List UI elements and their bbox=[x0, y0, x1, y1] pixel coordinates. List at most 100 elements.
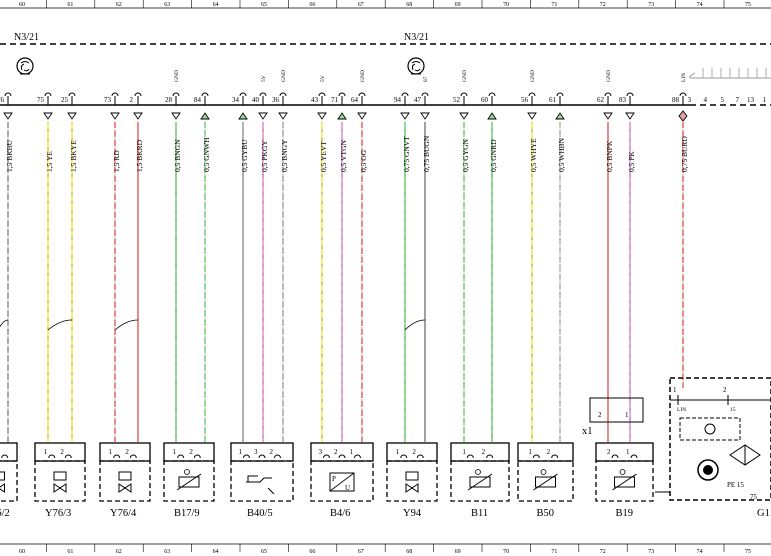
ruler-top: 60 61 62 63 64 65 66 67 68 69 70 71 72 73 74 75 bbox=[0, 0, 771, 9]
terminal: 62 GND 0,5 BNPK bbox=[597, 70, 614, 442]
component-B40-5: 1 3 2 B40/5 bbox=[230, 442, 294, 519]
wire-label: 0,5 GYBU bbox=[240, 139, 249, 172]
fan-icon bbox=[407, 57, 425, 75]
ruler-bottom-3: 63 bbox=[164, 549, 170, 555]
component-label: Y94 bbox=[403, 508, 422, 519]
component-pin-number: 1 bbox=[528, 448, 532, 456]
wire-label: 0,75 BUGN bbox=[422, 135, 431, 172]
arrow-up-icon bbox=[337, 112, 347, 120]
arrow-down-icon bbox=[317, 112, 327, 120]
bus-fan-marks bbox=[702, 68, 767, 78]
ruler-bottom-12: 72 bbox=[600, 549, 606, 555]
thermistor-icon bbox=[176, 469, 202, 491]
terminal: 84 0,5 GNWH bbox=[194, 92, 211, 442]
terminal: 7 bbox=[736, 96, 740, 104]
terminal: 94 0,75 GNVT bbox=[394, 92, 411, 442]
wire-label: 1,5 BKYE bbox=[69, 140, 78, 172]
terminal-pin-number: 71 bbox=[331, 96, 339, 104]
control-unit-label-left: N3/21 bbox=[14, 32, 39, 43]
component-label: B4/6 bbox=[330, 508, 350, 519]
terminal-pin-number: 60 bbox=[481, 96, 489, 104]
component-B50: 1 2 B50 bbox=[517, 442, 574, 519]
terminal: 56 GND 0,5 WHYE bbox=[521, 70, 538, 442]
wire-label: 1,5 YE bbox=[45, 151, 54, 172]
terminal-signal-label: 87 bbox=[423, 76, 429, 82]
terminal-pin-number: 61 bbox=[549, 96, 557, 104]
terminal-pin-number: 40 bbox=[252, 96, 260, 104]
terminal: 47 87 0,75 BUGN bbox=[414, 76, 431, 442]
component-pin-number: 2 bbox=[125, 448, 129, 456]
ruler-top-3: 63 bbox=[164, 2, 170, 8]
terminal: 52 GND 0,5 GYGN bbox=[453, 70, 470, 442]
component-label: Y76/3 bbox=[45, 508, 71, 519]
component-label-G1: G1 bbox=[757, 508, 770, 519]
alternator-icon bbox=[697, 459, 719, 481]
component-pin-number: 2 bbox=[60, 448, 64, 456]
component-label: B19 bbox=[616, 508, 634, 519]
arrow-down-icon bbox=[258, 112, 268, 120]
component-B17-9: 1 2 B17/9 bbox=[163, 442, 215, 519]
ruler-top-2: 62 bbox=[116, 2, 122, 8]
ruler-top-5: 65 bbox=[261, 2, 267, 8]
component-pin-number: 1 bbox=[173, 448, 177, 456]
twisted-pair-mark bbox=[404, 319, 426, 331]
control-unit-label-right: N3/21 bbox=[404, 32, 429, 43]
arrow-down-icon bbox=[603, 112, 613, 120]
terminal: 64 GND 0,5 OG bbox=[351, 70, 368, 442]
ruler-bottom-10: 70 bbox=[503, 549, 509, 555]
terminal-pin-number: 28 bbox=[165, 96, 173, 104]
terminal-pin-number: 56 bbox=[521, 96, 529, 104]
component-pin-number: 1 bbox=[239, 448, 243, 456]
terminal-pin-number: 13 bbox=[747, 96, 755, 104]
terminal: 25 1,5 BKYE bbox=[61, 92, 78, 442]
terminal-signal-label: GND bbox=[174, 70, 180, 82]
ruler-bottom-8: 68 bbox=[406, 549, 412, 555]
terminal-signal-label: GND bbox=[606, 70, 612, 82]
x1-pin-right: 1 bbox=[625, 411, 629, 419]
ruler-top-4: 64 bbox=[213, 2, 219, 8]
ruler-bottom-13: 73 bbox=[648, 549, 654, 555]
terminal-signal-label: GND bbox=[530, 70, 536, 82]
terminal-pin-number: 94 bbox=[394, 96, 402, 104]
x1-pin-left: 2 bbox=[598, 411, 602, 419]
x1-label: x1 bbox=[582, 426, 593, 437]
component-pin-number: 3 bbox=[254, 448, 258, 456]
component-B11: 1 2 B11 bbox=[450, 442, 510, 519]
ruler-top-7: 67 bbox=[358, 2, 364, 8]
ruler-top-9: 69 bbox=[455, 2, 461, 8]
arrow-down-icon bbox=[625, 112, 635, 120]
wire-label: 0,5 PKGY bbox=[260, 140, 269, 172]
twisted-pair-mark bbox=[114, 319, 139, 331]
wire-label: 0,5 BNPK bbox=[605, 140, 614, 172]
terminal-pin-number: 2 bbox=[130, 96, 134, 104]
component-pin-number: 2 bbox=[547, 448, 551, 456]
terminal-pin-number: 5 bbox=[721, 96, 725, 104]
svg-text:U: U bbox=[345, 484, 350, 492]
terminal-signal-label: LIN bbox=[681, 73, 687, 82]
g1-upper-pin-2: 2 bbox=[723, 386, 727, 394]
wire-label: 0,5 YEVT bbox=[319, 141, 328, 172]
terminal-pin-number: 83 bbox=[619, 96, 627, 104]
terminal-pin-number: 4 bbox=[704, 96, 708, 104]
arrow-down-icon bbox=[171, 112, 181, 120]
arrow-down-icon bbox=[43, 112, 53, 120]
wire-label: 0,75 BURD bbox=[680, 136, 689, 172]
component-pin-number: 1 bbox=[109, 448, 113, 456]
component-label: B17/9 bbox=[174, 508, 200, 519]
solenoid-valve-icon bbox=[53, 471, 67, 493]
terminal: 61 0,5 WHBN bbox=[549, 92, 566, 442]
terminal: 83 0,5 PK bbox=[619, 92, 636, 442]
thermistor-icon bbox=[612, 469, 637, 491]
component-pin-number: 2 bbox=[0, 448, 1, 456]
terminal-pin-number: 3 bbox=[688, 96, 692, 104]
solenoid-valve-icon bbox=[0, 471, 5, 493]
wire-label: 0,5 BNGN bbox=[173, 139, 182, 172]
arrow-bidirectional-icon bbox=[678, 110, 688, 122]
connector-x1: x1 2 1 bbox=[582, 397, 644, 437]
wire-label: 1,5 BKRD bbox=[135, 139, 144, 172]
terminal: 4 bbox=[704, 96, 708, 104]
ruler-top-0: 60 bbox=[19, 2, 25, 8]
component-pin-number: 1 bbox=[626, 448, 630, 456]
arrow-up-icon bbox=[487, 112, 497, 120]
component-pin-number: 3 bbox=[319, 448, 323, 456]
